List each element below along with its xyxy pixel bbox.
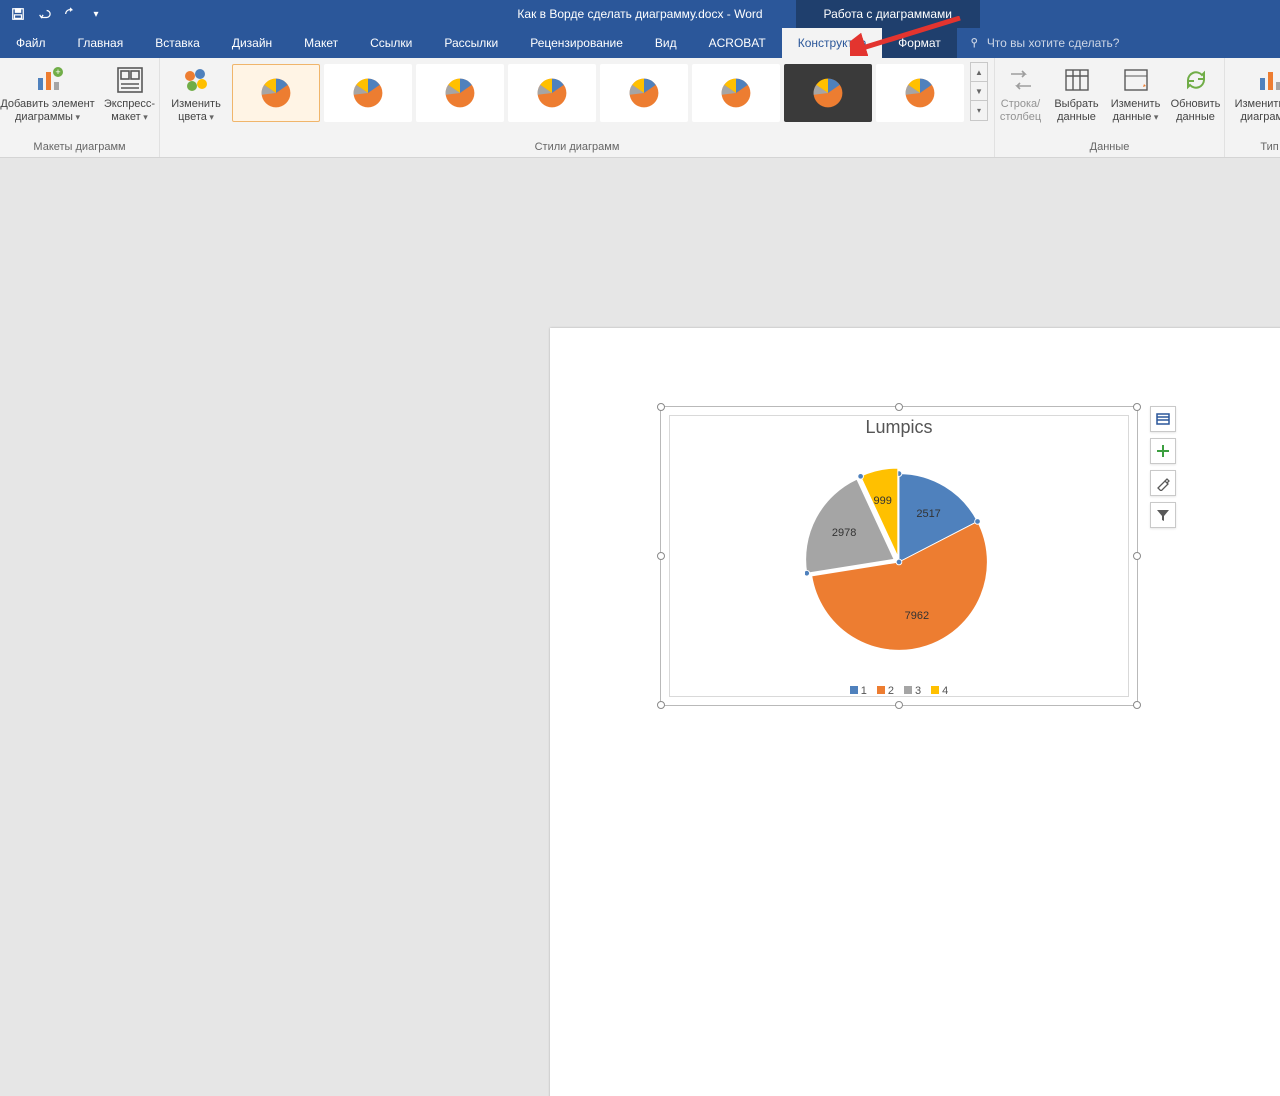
change-colors-label: Изменить цвета [166,98,226,123]
tab-рассылки[interactable]: Рассылки [428,28,514,58]
select-data-button[interactable]: Выбрать данные [1050,62,1104,123]
group-styles-label: Стили диаграмм [166,139,988,155]
add-chart-element-icon: + [32,64,64,96]
tab-acrobat[interactable]: ACROBAT [693,28,782,58]
chart-flyout-buttons [1150,406,1176,528]
save-button[interactable] [6,3,30,25]
add-chart-element-button[interactable]: + Добавить элемент диаграммы [0,62,96,123]
edit-data-label: Изменить данные [1108,98,1164,123]
group-type: Изменить тип диаграммы Тип [1225,58,1280,157]
svg-text:+: + [55,67,60,77]
redo-button[interactable] [58,3,82,25]
chart-style-7[interactable] [784,64,872,122]
legend-item-2[interactable]: 2 [877,685,894,697]
contextual-tab-title: Работа с диаграммами [796,0,981,28]
qat-customize-icon[interactable]: ▾ [84,3,108,25]
selection-handle[interactable] [1133,552,1141,560]
chart-style-1[interactable] [232,64,320,122]
refresh-data-icon [1180,64,1212,96]
select-data-label: Выбрать данные [1050,98,1104,123]
group-chart-styles: Изменить цвета ▲ ▼ ▾ Стили диаграмм [160,58,995,157]
quick-access-toolbar: ▾ [0,3,108,25]
chart-styles-button[interactable] [1150,470,1176,496]
chart-style-2[interactable] [324,64,412,122]
quick-layout-label: Экспресс-макет [100,98,160,123]
chart-style-8[interactable] [876,64,964,122]
change-chart-type-icon [1254,64,1280,96]
tab-формат[interactable]: Формат [882,28,957,58]
tab-вид[interactable]: Вид [639,28,693,58]
group-layouts-label: Макеты диаграмм [6,139,153,155]
switch-row-column-button[interactable]: Строка/ столбец [996,62,1046,123]
selection-handle[interactable] [657,701,665,709]
tab-главная[interactable]: Главная [62,28,140,58]
document-title: Как в Ворде сделать диаграмму.docx - Wor… [0,7,1280,21]
chart-elements-button[interactable] [1150,438,1176,464]
gallery-more-button[interactable]: ▾ [971,101,987,120]
quick-layout-icon [114,64,146,96]
pie-data-label[interactable]: 7962 [905,610,929,622]
group-chart-layouts: + Добавить элемент диаграммы Экспресс-ма… [0,58,160,157]
change-chart-type-button[interactable]: Изменить тип диаграммы [1231,62,1280,123]
tab-файл[interactable]: Файл [0,28,62,58]
change-colors-icon [180,64,212,96]
refresh-data-button[interactable]: Обновить данные [1168,62,1224,123]
pie-chart[interactable]: 2517 7962 2978 999 [805,468,993,656]
switch-row-column-label: Строка/ столбец [996,98,1046,123]
tab-ссылки[interactable]: Ссылки [354,28,428,58]
change-chart-type-label: Изменить тип диаграммы [1231,98,1280,123]
chart-style-3[interactable] [416,64,504,122]
tab-дизайн[interactable]: Дизайн [216,28,288,58]
edit-data-button[interactable]: Изменить данные [1108,62,1164,123]
pie-data-label[interactable]: 2978 [832,527,856,539]
group-data: Строка/ столбец Выбрать данные Изменить … [995,58,1225,157]
title-bar: ▾ Как в Ворде сделать диаграмму.docx - W… [0,0,1280,28]
tab-вставка[interactable]: Вставка [139,28,216,58]
group-data-label: Данные [1001,139,1218,155]
gallery-scroll-down-button[interactable]: ▼ [971,82,987,101]
selection-handle[interactable] [1133,701,1141,709]
add-chart-element-label: Добавить элемент диаграммы [0,98,96,123]
switch-row-column-icon [1005,64,1037,96]
edit-data-icon [1120,64,1152,96]
refresh-data-label: Обновить данные [1168,98,1224,123]
tab-макет[interactable]: Макет [288,28,354,58]
selection-handle[interactable] [657,552,665,560]
ribbon-tabs: ФайлГлавнаяВставкаДизайнМакетСсылкиРассы… [0,28,1280,58]
chart-style-gallery [230,62,966,124]
group-type-label: Тип [1231,139,1280,155]
legend-item-4[interactable]: 4 [931,685,948,697]
select-data-icon [1061,64,1093,96]
pie-data-label[interactable]: 2517 [916,508,940,520]
selection-handle[interactable] [895,701,903,709]
quick-layout-button[interactable]: Экспресс-макет [100,62,160,123]
pie-data-label[interactable]: 999 [874,495,892,507]
chart-filters-button[interactable] [1150,502,1176,528]
chart-style-5[interactable] [600,64,688,122]
tab-конструктор[interactable]: Конструктор [782,28,882,58]
ribbon: + Добавить элемент диаграммы Экспресс-ма… [0,58,1280,158]
selection-handle[interactable] [895,403,903,411]
document-canvas[interactable]: Lumpics 251779622978999 1234 [0,158,1280,548]
undo-button[interactable] [32,3,56,25]
chart-object[interactable]: Lumpics 251779622978999 1234 [660,406,1138,706]
change-colors-button[interactable]: Изменить цвета [166,62,226,123]
tab-рецензирование[interactable]: Рецензирование [514,28,639,58]
legend-item-1[interactable]: 1 [850,685,867,697]
gallery-scroll-up-button[interactable]: ▲ [971,63,987,82]
chart-legend[interactable]: 1234 [661,685,1137,697]
selection-handle[interactable] [1133,403,1141,411]
layout-options-button[interactable] [1150,406,1176,432]
chart-style-6[interactable] [692,64,780,122]
tell-me-search[interactable]: Что вы хотите сделать? [969,28,1120,58]
selection-handle[interactable] [657,403,665,411]
legend-item-3[interactable]: 3 [904,685,921,697]
chart-style-4[interactable] [508,64,596,122]
gallery-scroll: ▲ ▼ ▾ [970,62,988,121]
